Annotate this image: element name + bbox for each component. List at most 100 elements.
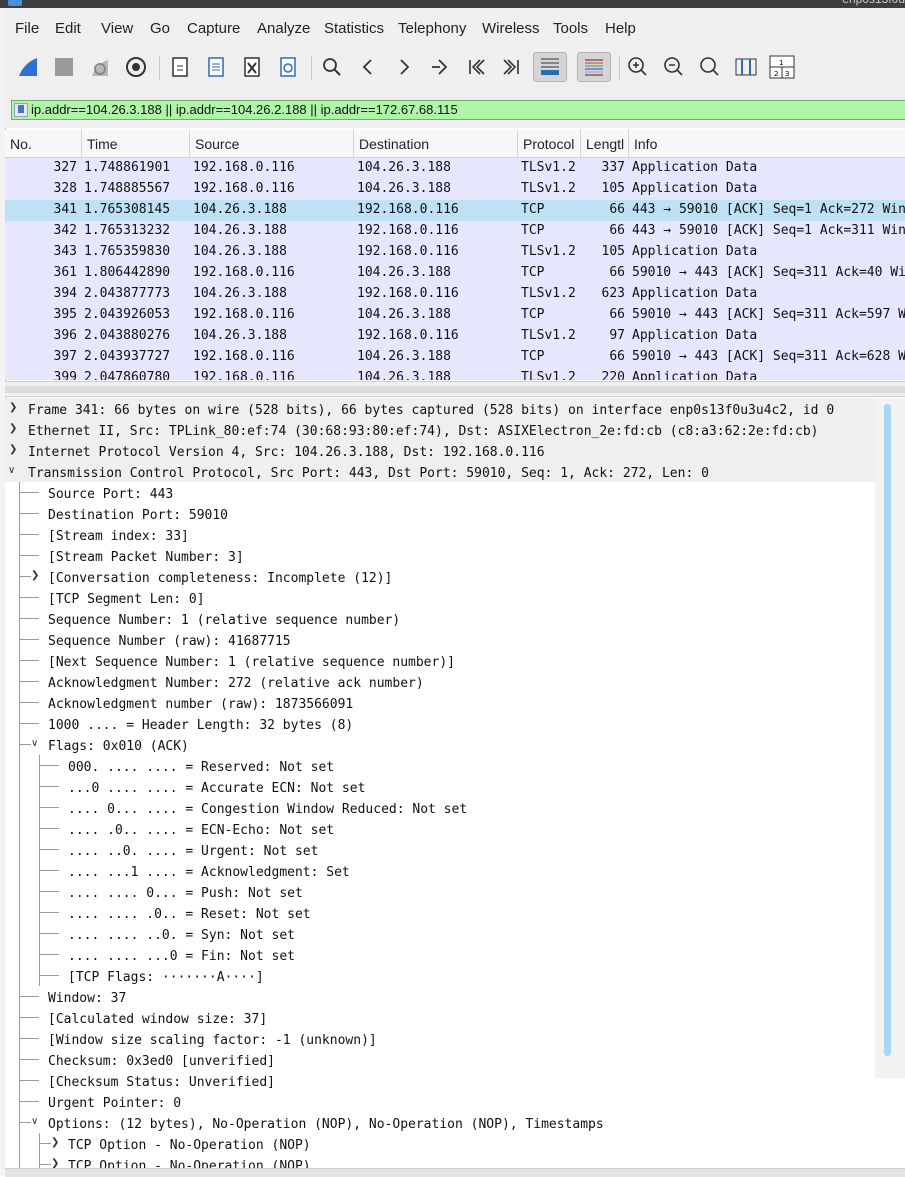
packet-details-tree[interactable]: ❯ Frame 341: 66 bytes on wire (528 bits)… [5, 398, 905, 1176]
menu-telephony[interactable]: Telephony [398, 20, 466, 37]
tree-flag-bit[interactable]: .... .... 0... = Push: Not set [68, 883, 303, 904]
tree-header-length[interactable]: 1000 .... = Header Length: 32 bytes (8) [48, 715, 353, 736]
packet-row[interactable]: 361 1.806442890 192.168.0.116 104.26.3.188 T… [5, 263, 905, 284]
collapse-arrow-icon[interactable]: ∨ [31, 739, 41, 749]
menu-statistics[interactable]: Statistics [324, 20, 384, 37]
column-header-destination[interactable]: Destination [354, 130, 518, 157]
details-scrollbar[interactable] [875, 398, 905, 1078]
tree-window[interactable]: Window: 37 [48, 988, 126, 1009]
tree-window-scaling[interactable]: [Window size scaling factor: -1 (unknown… [48, 1030, 377, 1051]
column-header-info[interactable]: Info [629, 130, 905, 157]
tree-frame[interactable]: Frame 341: 66 bytes on wire (528 bits), … [28, 400, 834, 421]
find-packet-icon[interactable] [317, 52, 347, 82]
menu-edit[interactable]: Edit [55, 20, 81, 37]
tree-flag-bit[interactable]: [TCP Flags: ·······A····] [68, 967, 264, 988]
expand-ip-icon[interactable]: ❯ [9, 445, 19, 455]
shark-fin-start-icon[interactable] [13, 52, 43, 82]
layout-panes-icon[interactable]: 123 [767, 52, 797, 82]
tree-flag-bit[interactable]: 000. .... .... = Reserved: Not set [68, 757, 334, 778]
tree-source-port[interactable]: Source Port: 443 [48, 484, 173, 505]
column-header-time[interactable]: Time [82, 130, 190, 157]
tree-flag-bit[interactable]: .... ..0. .... = Urgent: Not set [68, 841, 318, 862]
packet-row[interactable]: 395 2.043926053 192.168.0.116 104.26.3.188 T… [5, 305, 905, 326]
go-last-icon[interactable] [497, 52, 527, 82]
restart-capture-icon[interactable] [85, 52, 115, 82]
tree-flag-bit[interactable]: ...0 .... .... = Accurate ECN: Not set [68, 778, 365, 799]
tree-sequence-number-raw[interactable]: Sequence Number (raw): 41687715 [48, 631, 291, 652]
tree-option-nop[interactable]: TCP Option - No-Operation (NOP) [68, 1135, 311, 1156]
tree-ack-number-raw[interactable]: Acknowledgment number (raw): 1873566091 [48, 694, 353, 715]
display-filter-input[interactable]: ip.addr==104.26.3.188 || ip.addr==104.26… [11, 100, 905, 120]
column-header-protocol[interactable]: Protocol [518, 130, 581, 157]
menu-analyze[interactable]: Analyze [257, 20, 310, 37]
tree-flag-bit[interactable]: .... .0.. .... = ECN-Echo: Not set [68, 820, 334, 841]
collapse-tcp-icon[interactable]: ∨ [8, 466, 18, 476]
column-header-length[interactable]: Lengtl [581, 130, 629, 157]
menu-help[interactable]: Help [605, 20, 636, 37]
colorize-icon[interactable] [577, 52, 611, 82]
tree-tcp[interactable]: Transmission Control Protocol, Src Port:… [28, 463, 709, 484]
packet-row[interactable]: 343 1.765359830 104.26.3.188 192.168.0.116 T… [5, 242, 905, 263]
column-header-no[interactable]: No. [5, 130, 82, 157]
expand-arrow-icon[interactable]: ❯ [31, 571, 41, 581]
tree-urgent-pointer[interactable]: Urgent Pointer: 0 [48, 1093, 181, 1114]
normal-size-icon[interactable] [695, 52, 725, 82]
tree-flag-bit[interactable]: .... .... ...0 = Fin: Not set [68, 946, 295, 967]
tree-flags[interactable]: Flags: 0x010 (ACK) [48, 736, 189, 757]
packet-row[interactable]: 328 1.748885567 192.168.0.116 104.26.3.188 T… [5, 179, 905, 200]
packet-row[interactable]: 327 1.748861901 192.168.0.116 104.26.3.188 T… [5, 158, 905, 179]
tree-calculated-window[interactable]: [Calculated window size: 37] [48, 1009, 267, 1030]
resize-columns-icon[interactable] [731, 52, 761, 82]
open-file-icon[interactable] [165, 52, 195, 82]
tree-conversation-completeness[interactable]: [Conversation completeness: Incomplete (… [48, 568, 392, 589]
tree-checksum[interactable]: Checksum: 0x3ed0 [unverified] [48, 1051, 275, 1072]
expand-ethernet-icon[interactable]: ❯ [9, 424, 19, 434]
tree-flag-bit[interactable]: .... .... .0.. = Reset: Not set [68, 904, 311, 925]
collapse-arrow-icon[interactable]: ∨ [31, 1117, 41, 1127]
go-back-icon[interactable] [353, 52, 383, 82]
tree-flag-bit[interactable]: .... ...1 .... = Acknowledgment: Set [68, 862, 350, 883]
packet-row[interactable]: 396 2.043880276 104.26.3.188 192.168.0.116 T… [5, 326, 905, 347]
tree-segment-len[interactable]: [TCP Segment Len: 0] [48, 589, 205, 610]
packet-row[interactable]: 342 1.765313232 104.26.3.188 192.168.0.116 T… [5, 221, 905, 242]
stop-capture-icon[interactable] [49, 52, 79, 82]
tree-destination-port[interactable]: Destination Port: 59010 [48, 505, 228, 526]
expand-arrow-icon[interactable]: ❯ [51, 1138, 61, 1148]
tree-checksum-status[interactable]: [Checksum Status: Unverified] [48, 1072, 275, 1093]
reload-file-icon[interactable] [273, 52, 303, 82]
packet-list[interactable]: No. Time Source Destination Protocol Len… [5, 130, 905, 380]
save-file-icon[interactable] [201, 52, 231, 82]
packet-row[interactable]: 399 2.047860780 192.168.0.116 104.26.3.188 T… [5, 368, 905, 380]
menu-view[interactable]: View [101, 20, 133, 37]
pane-splitter[interactable] [5, 381, 905, 397]
capture-options-icon[interactable] [121, 52, 151, 82]
close-file-icon[interactable] [237, 52, 267, 82]
go-to-packet-icon[interactable] [425, 52, 455, 82]
go-forward-icon[interactable] [389, 52, 419, 82]
menu-go[interactable]: Go [150, 20, 170, 37]
autoscroll-icon[interactable] [533, 52, 567, 82]
tree-next-sequence-number[interactable]: [Next Sequence Number: 1 (relative seque… [48, 652, 455, 673]
packet-row[interactable]: 394 2.043877773 104.26.3.188 192.168.0.116 T… [5, 284, 905, 305]
zoom-in-icon[interactable] [623, 52, 653, 82]
tree-ipv4[interactable]: Internet Protocol Version 4, Src: 104.26… [28, 442, 545, 463]
bookmark-icon[interactable] [14, 103, 28, 117]
packet-row[interactable]: 397 2.043937727 192.168.0.116 104.26.3.188 T… [5, 347, 905, 368]
tree-stream-packet-number[interactable]: [Stream Packet Number: 3] [48, 547, 244, 568]
menu-tools[interactable]: Tools [553, 20, 588, 37]
menu-file[interactable]: File [15, 20, 39, 37]
zoom-out-icon[interactable] [659, 52, 689, 82]
tree-options[interactable]: Options: (12 bytes), No-Operation (NOP),… [48, 1114, 604, 1135]
tree-ethernet[interactable]: Ethernet II, Src: TPLink_80:ef:74 (30:68… [28, 421, 819, 442]
menu-capture[interactable]: Capture [187, 20, 240, 37]
go-first-icon[interactable] [461, 52, 491, 82]
tree-stream-index[interactable]: [Stream index: 33] [48, 526, 189, 547]
tree-flag-bit[interactable]: .... 0... .... = Congestion Window Reduc… [68, 799, 467, 820]
column-header-source[interactable]: Source [190, 130, 354, 157]
tree-flag-bit[interactable]: .... .... ..0. = Syn: Not set [68, 925, 295, 946]
menu-wireless[interactable]: Wireless [482, 20, 540, 37]
packet-row[interactable]: 341 1.765308145 104.26.3.188 192.168.0.116 T… [5, 200, 905, 221]
expand-frame-icon[interactable]: ❯ [9, 403, 19, 413]
tree-ack-number[interactable]: Acknowledgment Number: 272 (relative ack… [48, 673, 424, 694]
scrollbar-thumb[interactable] [884, 404, 891, 1056]
